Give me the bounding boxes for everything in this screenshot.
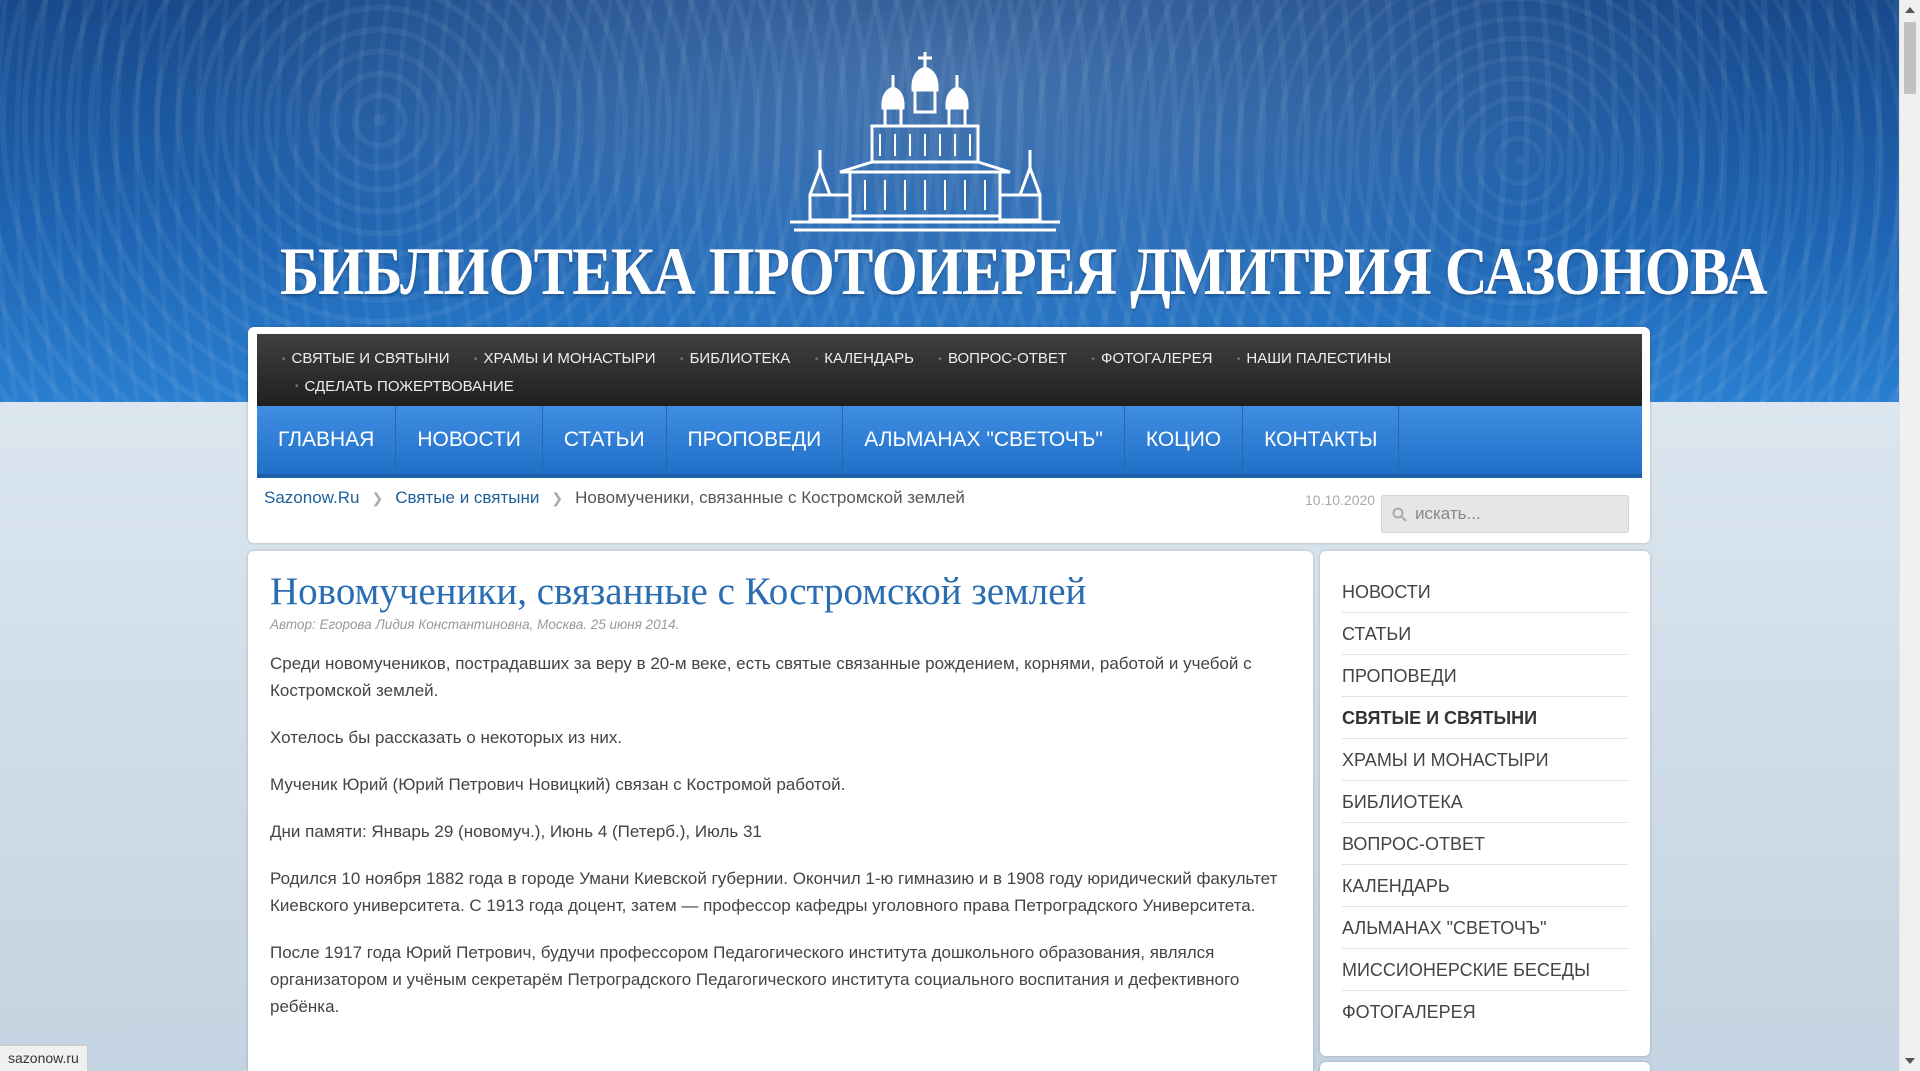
top-menu-donate[interactable]: СДЕЛАТЬ ПОЖЕРТВОВАНИЕ <box>295 373 514 401</box>
nav-home[interactable]: ГЛАВНАЯ <box>257 406 397 478</box>
article-paragraph: Среди новомучеников, пострадавших за вер… <box>270 654 1252 700</box>
page-scrollbar[interactable] <box>1899 0 1920 1071</box>
nav-contacts[interactable]: КОНТАКТЫ <box>1243 406 1400 478</box>
main-navigation: ГЛАВНАЯ НОВОСТИ СТАТЬИ ПРОПОВЕДИ АЛЬМАНА… <box>257 406 1642 478</box>
sidebar-item-missionary[interactable]: МИССИОНЕРСКИЕ БЕСЕДЫ <box>1342 949 1628 991</box>
sidebar-second-block <box>1320 1062 1650 1071</box>
sidebar-item-almanac[interactable]: АЛЬМАНАХ "СВЕТОЧЪ" <box>1342 907 1628 949</box>
site-title[interactable]: БИБЛИОТЕКА ПРОТОИЕРЕЯ ДМИТРИЯ САЗОНОВА <box>280 232 1768 311</box>
sidebar-item-saints[interactable]: СВЯТЫЕ И СВЯТЫНИ <box>1342 697 1628 739</box>
nav-news[interactable]: НОВОСТИ <box>396 406 543 478</box>
top-menu-qa[interactable]: ВОПРОС-ОТВЕТ <box>938 345 1067 373</box>
sidebar-item-temples[interactable]: ХРАМЫ И МОНАСТЫРИ <box>1342 739 1628 781</box>
sidebar-item-news[interactable]: НОВОСТИ <box>1342 571 1628 613</box>
sidebar-item-articles[interactable]: СТАТЬИ <box>1342 613 1628 655</box>
search-box[interactable] <box>1381 495 1629 533</box>
current-date: 10.10.2020 <box>1305 492 1376 508</box>
sidebar-item-calendar[interactable]: КАЛЕНДАРЬ <box>1342 865 1628 907</box>
article-title: Новомученики, связанные с Костромской зе… <box>270 570 1087 613</box>
chevron-right-icon: ❯ <box>551 490 564 506</box>
top-menu-temples[interactable]: ХРАМЫ И МОНАСТЫРИ <box>474 345 655 373</box>
article-content: Новомученики, связанные с Костромской зе… <box>248 551 1313 1071</box>
article-paragraph: После 1917 года Юрий Петрович, будучи пр… <box>270 943 1240 1016</box>
article-paragraph: Родился 10 ноября 1882 года в городе Ума… <box>270 869 1278 915</box>
sidebar-item-qa[interactable]: ВОПРОС-ОТВЕТ <box>1342 823 1628 865</box>
breadcrumb-home[interactable]: Sazonow.Ru <box>264 488 359 507</box>
article-meta: Автор: Егорова Лидия Константиновна, Мос… <box>270 617 680 632</box>
breadcrumb: Sazonow.Ru ❯ Святые и святыни ❯ Новомученики… <box>264 488 965 508</box>
article-paragraph: Дни памяти: Январь 29 (новомуч.), Июнь 4… <box>270 822 762 841</box>
top-menu-library[interactable]: БИБЛИОТЕКА <box>680 345 791 373</box>
breadcrumb-current: Новомученики, связанные с Костромской зе… <box>575 488 965 507</box>
nav-almanac[interactable]: АЛЬМАНАХ "СВЕТОЧЪ" <box>843 406 1125 478</box>
arrow-up-icon[interactable] <box>1900 0 1920 20</box>
status-bar-url: sazonow.ru <box>0 1045 88 1071</box>
sidebar-item-sermons[interactable]: ПРОПОВЕДИ <box>1342 655 1628 697</box>
top-menu-calendar[interactable]: КАЛЕНДАРЬ <box>815 345 914 373</box>
nav-articles[interactable]: СТАТЬИ <box>543 406 667 478</box>
sidebar-menu: НОВОСТИ СТАТЬИ ПРОПОВЕДИ СВЯТЫЕ И СВЯТЫН… <box>1320 551 1650 1056</box>
sidebar-item-gallery[interactable]: ФОТОГАЛЕРЕЯ <box>1342 991 1628 1033</box>
top-menu-gallery[interactable]: ФОТОГАЛЕРЕЯ <box>1092 345 1212 373</box>
nav-sermons[interactable]: ПРОПОВЕДИ <box>667 406 844 478</box>
article-paragraph: Мученик Юрий (Юрий Петрович Новицкий) св… <box>270 775 846 794</box>
nav-kocio[interactable]: КОЦИО <box>1125 406 1244 478</box>
search-input[interactable] <box>1415 504 1615 524</box>
top-menu: СВЯТЫЕ И СВЯТЫНИ ХРАМЫ И МОНАСТЫРИ БИБЛИ… <box>257 334 1642 406</box>
chevron-right-icon: ❯ <box>371 490 384 506</box>
scrollbar-thumb[interactable] <box>1904 22 1916 94</box>
arrow-down-icon[interactable] <box>1900 1051 1920 1071</box>
search-icon <box>1392 507 1407 522</box>
sidebar-item-library[interactable]: БИБЛИОТЕКА <box>1342 781 1628 823</box>
church-logo[interactable] <box>780 50 1070 240</box>
breadcrumb-section[interactable]: Святые и святыни <box>395 488 539 507</box>
top-menu-saints[interactable]: СВЯТЫЕ И СВЯТЫНИ <box>282 345 450 373</box>
top-menu-palestines[interactable]: НАШИ ПАЛЕСТИНЫ <box>1237 345 1391 373</box>
article-paragraph: Хотелось бы рассказать о некоторых из ни… <box>270 728 623 747</box>
